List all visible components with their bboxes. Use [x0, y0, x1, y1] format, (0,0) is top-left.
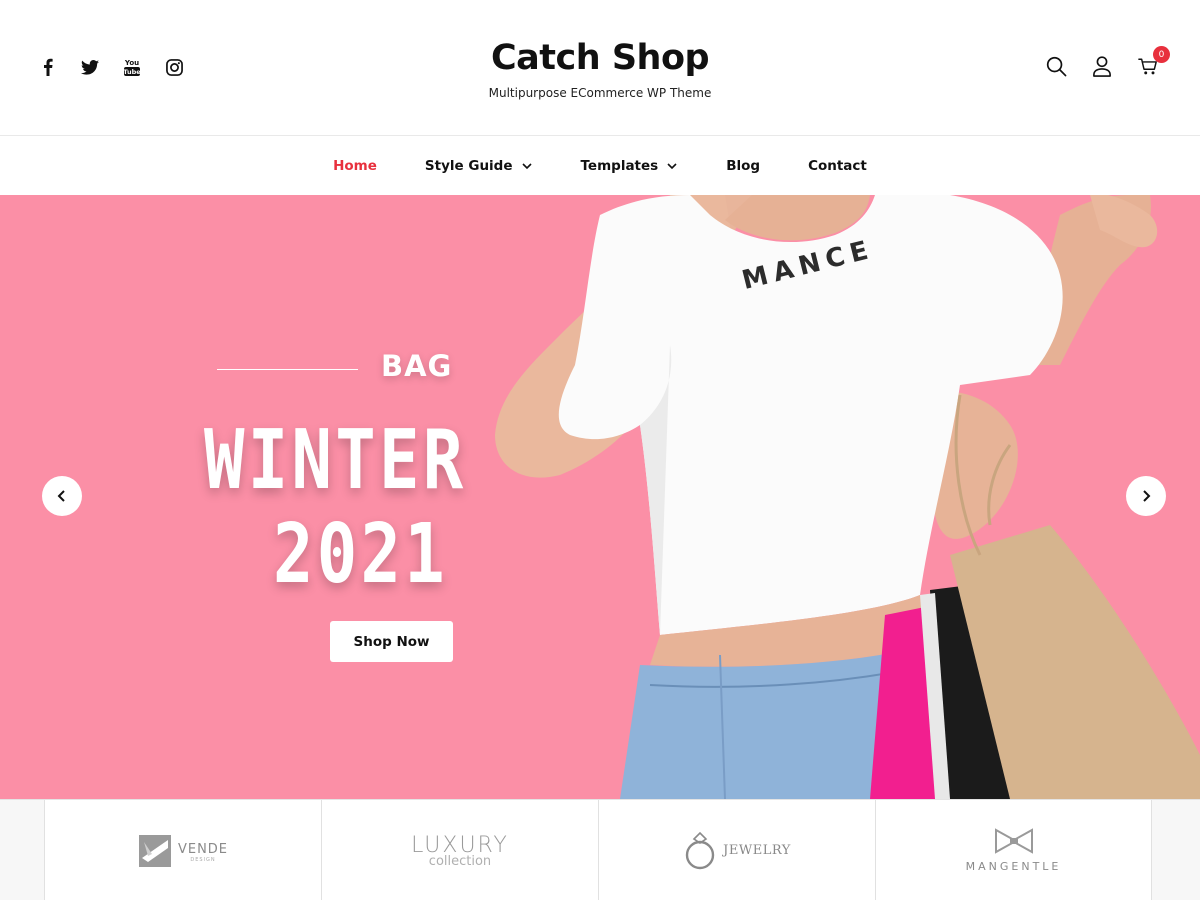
ring-icon [685, 831, 715, 869]
hero-year: 2021 [272, 507, 448, 602]
brand-logo-luxury[interactable]: LUXURY collection [321, 800, 598, 900]
slider-next-button[interactable] [1126, 476, 1166, 516]
nav-item-label: Style Guide [424, 157, 513, 174]
slider-prev-button[interactable] [42, 476, 82, 516]
brand-logo-jewelry[interactable]: JEWELRY [598, 800, 875, 900]
brand-logo-vende[interactable]: VENDE DESIGN [44, 800, 321, 900]
jewelry-logo: JEWELRY [683, 831, 791, 871]
mangentle-logo: MANGENTLE [966, 828, 1062, 873]
site-branding: Catch Shop Multipurpose ECommerce WP The… [0, 38, 1200, 100]
chevron-down-icon [521, 162, 532, 169]
main-navigation: Home Style Guide Templates Blog Contact [0, 136, 1200, 195]
vende-logo: VENDE DESIGN [138, 834, 228, 868]
cart-count-badge: 0 [1153, 46, 1170, 63]
shop-now-button[interactable]: Shop Now [330, 621, 453, 662]
hero-headline: WINTER [204, 413, 467, 508]
chevron-left-icon [57, 490, 65, 502]
nav-item-label: Blog [726, 157, 761, 174]
nav-item-label: Contact [808, 157, 867, 174]
luxury-logo: LUXURY collection [411, 833, 509, 869]
site-header: You Tube Catch Shop Multipurpose ECommer… [0, 0, 1200, 136]
bowtie-icon [994, 828, 1033, 854]
brand-logo-mangentle[interactable]: MANGENTLE [875, 800, 1152, 900]
cart-icon[interactable]: 0 [1136, 46, 1170, 78]
site-tagline: Multipurpose ECommerce WP Theme [488, 86, 712, 100]
vende-name: VENDE [177, 842, 229, 857]
kicker-divider [217, 369, 358, 370]
nav-item-label: Templates [580, 157, 659, 174]
luxury-sub: collection [428, 853, 492, 869]
nav-item-blog[interactable]: Blog [702, 158, 784, 174]
hero-slider: MANCE BAG WINTER 2021 Shop Now [0, 195, 1200, 799]
site-title[interactable]: Catch Shop [0, 38, 1200, 78]
user-icon[interactable] [1090, 54, 1114, 78]
hero-kicker: BAG [381, 349, 453, 383]
nav-item-style-guide[interactable]: Style Guide [401, 158, 557, 174]
header-actions: 0 [1044, 46, 1170, 78]
mangentle-name: MANGENTLE [965, 860, 1062, 873]
vende-sub: DESIGN [190, 857, 216, 863]
chevron-right-icon [1143, 490, 1151, 502]
hero-caption: BAG WINTER 2021 Shop Now [0, 195, 600, 799]
jewelry-name: JEWELRY [723, 843, 791, 858]
nav-item-templates[interactable]: Templates [557, 158, 703, 174]
nav-item-home[interactable]: Home [309, 158, 401, 174]
nav-item-label: Home [333, 157, 377, 174]
nav-item-contact[interactable]: Contact [784, 158, 891, 174]
brand-logos-strip: VENDE DESIGN LUXURY collection JEWELRY M… [0, 799, 1200, 900]
search-icon[interactable] [1044, 54, 1068, 78]
chevron-down-icon [667, 162, 677, 169]
vende-mark-icon [138, 834, 171, 867]
